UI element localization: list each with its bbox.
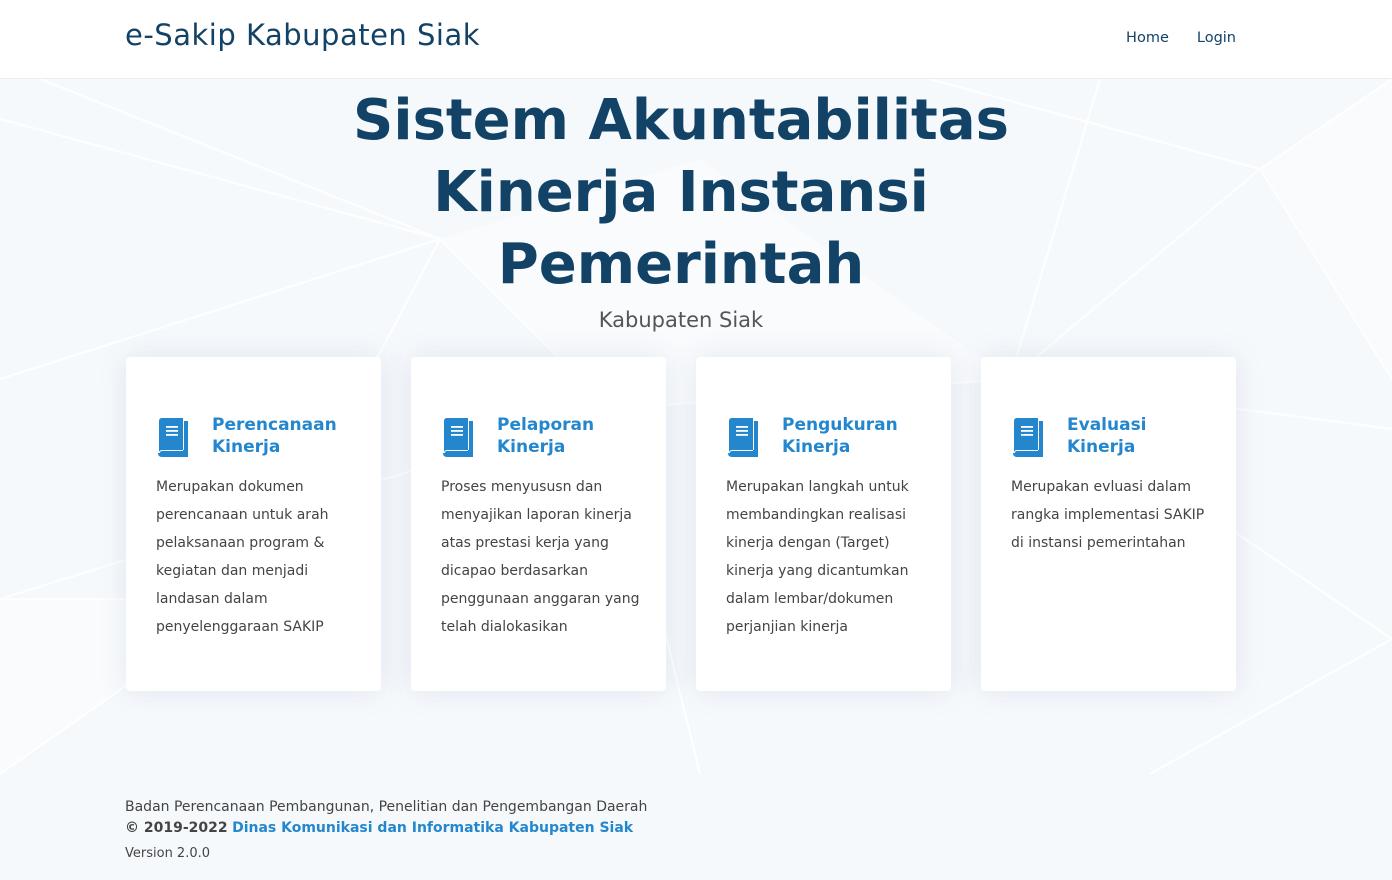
card-title[interactable]: Evaluasi Kinerja: [1067, 414, 1217, 458]
nav-home-link[interactable]: Home: [1126, 30, 1169, 46]
card-pengukuran-kinerja[interactable]: Pengukuran Kinerja Merupakan langkah unt…: [696, 357, 951, 691]
footer-copyright: © 2019-2022: [125, 820, 228, 836]
site-footer: Badan Perencanaan Pembangunan, Penelitia…: [0, 774, 1392, 880]
footer-diskominfo-link[interactable]: Dinas Komunikasi dan Informatika Kabupat…: [232, 820, 633, 836]
site-header: e-Sakip Kabupaten Siak Home Login: [0, 0, 1392, 79]
card-description: Merupakan dokumen perencanaan untuk arah…: [156, 479, 329, 635]
footer-agency: Badan Perencanaan Pembangunan, Penelitia…: [125, 799, 648, 815]
card-title[interactable]: Pengukuran Kinerja: [782, 414, 932, 458]
book-icon: [158, 418, 188, 457]
brand-logo-link[interactable]: e-Sakip Kabupaten Siak: [125, 18, 480, 52]
book-icon: [443, 418, 473, 457]
hero-subtitle: Kabupaten Siak: [598, 308, 764, 332]
card-description: Merupakan langkah untuk membandingkan re…: [726, 479, 909, 635]
footer-copyright-line: © 2019-2022 Dinas Komunikasi dan Informa…: [125, 820, 633, 836]
book-icon: [728, 418, 758, 457]
card-title[interactable]: Perencanaan Kinerja: [212, 414, 362, 458]
main-nav: Home Login: [1126, 30, 1236, 46]
card-perencanaan-kinerja[interactable]: Perencanaan Kinerja Merupakan dokumen pe…: [126, 357, 381, 691]
card-description: Merupakan evluasi dalam rangka implement…: [1011, 479, 1205, 551]
card-title[interactable]: Pelaporan Kinerja: [497, 414, 647, 458]
hero-title: Sistem Akuntabilitas Kinerja Instansi Pe…: [353, 88, 1009, 297]
card-pelaporan-kinerja[interactable]: Pelaporan Kinerja Proses menyususn dan m…: [411, 357, 666, 691]
card-description: Proses menyususn dan menyajikan laporan …: [441, 479, 640, 635]
nav-login-link[interactable]: Login: [1197, 30, 1236, 46]
card-evaluasi-kinerja[interactable]: Evaluasi Kinerja Merupakan evluasi dalam…: [981, 357, 1236, 691]
book-icon: [1013, 418, 1043, 457]
footer-version: Version 2.0.0: [125, 846, 211, 861]
